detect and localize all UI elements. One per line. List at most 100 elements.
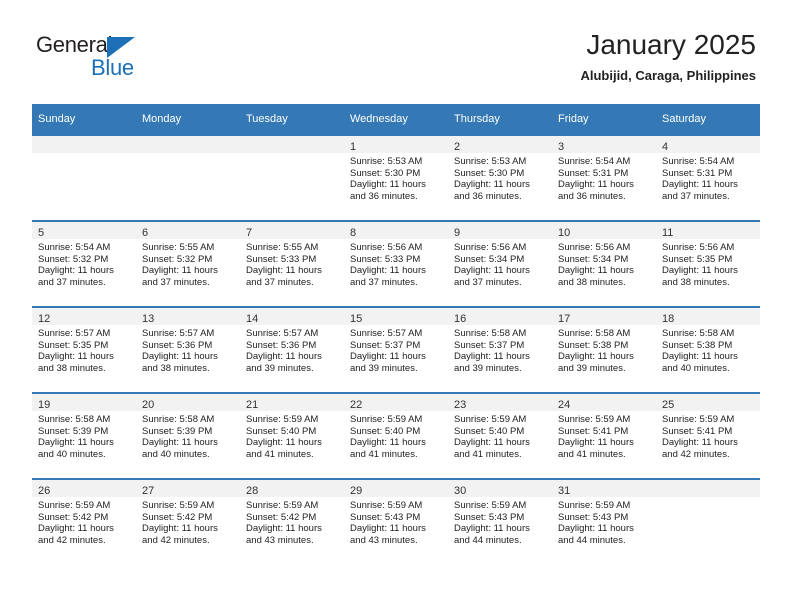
calendar-day-cell[interactable]: 10 Sunrise: 5:56 AM Sunset: 5:34 PM Dayligh… [552, 220, 656, 307]
day-number-band: 18 [656, 308, 760, 325]
calendar-day-cell[interactable]: 30 Sunrise: 5:59 AM Sunset: 5:43 PM Dayligh… [448, 478, 552, 564]
daylight-text-line1: Daylight: 11 hours [142, 523, 218, 535]
sunrise-text: Sunrise: 5:57 AM [38, 328, 111, 339]
daylight-text-line2: and 37 minutes. [38, 276, 106, 288]
daylight-text-line1: Daylight: 11 hours [246, 523, 322, 535]
sunrise-text: Sunrise: 5:59 AM [454, 414, 527, 425]
calendar-day-cell[interactable]: 7 Sunrise: 5:55 AM Sunset: 5:33 PM Daylight… [240, 220, 344, 307]
calendar-day-cell[interactable]: 31 Sunrise: 5:59 AM Sunset: 5:43 PM Dayligh… [552, 478, 656, 564]
day-sun-info: Sunrise: 5:59 AM Sunset: 5:43 PM Daylight:… [552, 497, 656, 546]
daylight-text-line2: and 39 minutes. [558, 362, 626, 374]
sunrise-text: Sunrise: 5:53 AM [454, 156, 527, 167]
calendar-day-cell[interactable]: 24 Sunrise: 5:59 AM Sunset: 5:41 PM Dayligh… [552, 392, 656, 479]
calendar-day-cell[interactable]: 5 Sunrise: 5:54 AM Sunset: 5:32 PM Daylight… [32, 220, 136, 307]
brand-logo[interactable]: General Blue [36, 32, 176, 84]
day-number: 5 [38, 227, 45, 239]
day-sun-info: Sunrise: 5:57 AM Sunset: 5:35 PM Daylight:… [32, 325, 136, 374]
day-number-band: 26 [32, 480, 136, 497]
calendar-day-cell[interactable]: 16 Sunrise: 5:58 AM Sunset: 5:37 PM Dayligh… [448, 306, 552, 393]
calendar-day-cell[interactable]: 28 Sunrise: 5:59 AM Sunset: 5:42 PM Dayligh… [240, 478, 344, 564]
day-sun-info: Sunrise: 5:54 AM Sunset: 5:31 PM Daylight:… [552, 153, 656, 202]
day-number-band [656, 480, 760, 497]
calendar-day-cell[interactable]: 25 Sunrise: 5:59 AM Sunset: 5:41 PM Dayligh… [656, 392, 760, 479]
day-number-band: 4 [656, 136, 760, 153]
sunrise-text: Sunrise: 5:54 AM [662, 156, 735, 167]
calendar-day-cell[interactable]: 18 Sunrise: 5:58 AM Sunset: 5:38 PM Dayligh… [656, 306, 760, 393]
calendar-day-cell[interactable]: 19 Sunrise: 5:58 AM Sunset: 5:39 PM Dayligh… [32, 392, 136, 479]
daylight-text-line1: Daylight: 11 hours [454, 179, 530, 191]
calendar-week-row: 19 Sunrise: 5:58 AM Sunset: 5:39 PM Dayligh… [32, 392, 760, 479]
calendar-day-cell[interactable]: 29 Sunrise: 5:59 AM Sunset: 5:43 PM Dayligh… [344, 478, 448, 564]
day-number: 3 [558, 141, 565, 153]
day-number: 28 [246, 485, 259, 497]
day-cell-content: 26 Sunrise: 5:59 AM Sunset: 5:42 PM Dayligh… [32, 480, 136, 564]
daylight-text-line1: Daylight: 11 hours [558, 179, 634, 191]
daylight-text-line1: Daylight: 11 hours [558, 437, 634, 449]
day-cell-content: 17 Sunrise: 5:58 AM Sunset: 5:38 PM Dayligh… [552, 308, 656, 392]
day-number: 1 [350, 141, 357, 153]
sunset-text: Sunset: 5:36 PM [246, 339, 317, 351]
daylight-text-line2: and 38 minutes. [558, 276, 626, 288]
daylight-text-line2: and 36 minutes. [350, 190, 418, 202]
calendar-day-cell[interactable]: 17 Sunrise: 5:58 AM Sunset: 5:38 PM Dayligh… [552, 306, 656, 393]
daylight-text-line2: and 37 minutes. [454, 276, 522, 288]
calendar-day-cell[interactable]: 21 Sunrise: 5:59 AM Sunset: 5:40 PM Dayligh… [240, 392, 344, 479]
daylight-text-line1: Daylight: 11 hours [454, 523, 530, 535]
daylight-text-line2: and 39 minutes. [246, 362, 314, 374]
sunset-text: Sunset: 5:34 PM [454, 253, 525, 265]
calendar-day-cell[interactable]: 27 Sunrise: 5:59 AM Sunset: 5:42 PM Dayligh… [136, 478, 240, 564]
daylight-text-line1: Daylight: 11 hours [662, 179, 738, 191]
calendar-day-cell[interactable]: 3 Sunrise: 5:54 AM Sunset: 5:31 PM Daylight… [552, 134, 656, 221]
brand-name-bottom: Blue [91, 55, 134, 80]
calendar-day-cell[interactable]: 8 Sunrise: 5:56 AM Sunset: 5:33 PM Daylight… [344, 220, 448, 307]
day-sun-info: Sunrise: 5:58 AM Sunset: 5:39 PM Daylight:… [136, 411, 240, 460]
calendar-day-cell[interactable]: 11 Sunrise: 5:56 AM Sunset: 5:35 PM Dayligh… [656, 220, 760, 307]
day-number-band [240, 136, 344, 153]
daylight-text-line1: Daylight: 11 hours [454, 437, 530, 449]
calendar-day-cell[interactable]: 12 Sunrise: 5:57 AM Sunset: 5:35 PM Dayligh… [32, 306, 136, 393]
day-cell-content: 23 Sunrise: 5:59 AM Sunset: 5:40 PM Dayligh… [448, 394, 552, 478]
sunrise-text: Sunrise: 5:59 AM [38, 500, 111, 511]
calendar-week-row: 12 Sunrise: 5:57 AM Sunset: 5:35 PM Dayligh… [32, 306, 760, 393]
day-number-band: 24 [552, 394, 656, 411]
calendar-body: 1 Sunrise: 5:53 AM Sunset: 5:30 PM Daylight… [32, 134, 760, 564]
day-cell-content: 15 Sunrise: 5:57 AM Sunset: 5:37 PM Dayligh… [344, 308, 448, 392]
page-header: General Blue January 2025 Alubijid, Cara… [0, 0, 792, 104]
sunrise-text: Sunrise: 5:58 AM [142, 414, 215, 425]
sunset-text: Sunset: 5:41 PM [558, 425, 629, 437]
page-title: January 2025 [586, 29, 756, 60]
calendar-day-cell[interactable]: 15 Sunrise: 5:57 AM Sunset: 5:37 PM Dayligh… [344, 306, 448, 393]
day-cell-content: 28 Sunrise: 5:59 AM Sunset: 5:42 PM Dayligh… [240, 480, 344, 564]
daylight-text-line2: and 38 minutes. [662, 276, 730, 288]
calendar-day-cell[interactable]: 6 Sunrise: 5:55 AM Sunset: 5:32 PM Daylight… [136, 220, 240, 307]
day-number-band: 31 [552, 480, 656, 497]
daylight-text-line1: Daylight: 11 hours [38, 351, 114, 363]
day-sun-info: Sunrise: 5:56 AM Sunset: 5:34 PM Daylight:… [448, 239, 552, 288]
calendar-day-cell-empty [32, 134, 136, 221]
calendar-day-cell[interactable]: 1 Sunrise: 5:53 AM Sunset: 5:30 PM Daylight… [344, 134, 448, 221]
calendar-day-cell[interactable]: 22 Sunrise: 5:59 AM Sunset: 5:40 PM Dayligh… [344, 392, 448, 479]
day-number-band: 21 [240, 394, 344, 411]
daylight-text-line2: and 39 minutes. [350, 362, 418, 374]
day-cell-content: 19 Sunrise: 5:58 AM Sunset: 5:39 PM Dayligh… [32, 394, 136, 478]
day-sun-info: Sunrise: 5:53 AM Sunset: 5:30 PM Daylight:… [448, 153, 552, 202]
day-cell-content: 12 Sunrise: 5:57 AM Sunset: 5:35 PM Dayligh… [32, 308, 136, 392]
calendar-day-cell[interactable]: 9 Sunrise: 5:56 AM Sunset: 5:34 PM Daylight… [448, 220, 552, 307]
calendar-day-cell[interactable]: 14 Sunrise: 5:57 AM Sunset: 5:36 PM Dayligh… [240, 306, 344, 393]
calendar-day-cell[interactable]: 4 Sunrise: 5:54 AM Sunset: 5:31 PM Daylight… [656, 134, 760, 221]
day-number: 6 [142, 227, 149, 239]
day-number: 8 [350, 227, 357, 239]
calendar-day-cell[interactable]: 26 Sunrise: 5:59 AM Sunset: 5:42 PM Dayligh… [32, 478, 136, 564]
day-sun-info: Sunrise: 5:59 AM Sunset: 5:42 PM Daylight:… [240, 497, 344, 546]
calendar-day-cell[interactable]: 13 Sunrise: 5:57 AM Sunset: 5:36 PM Dayligh… [136, 306, 240, 393]
calendar-day-cell[interactable]: 20 Sunrise: 5:58 AM Sunset: 5:39 PM Dayligh… [136, 392, 240, 479]
calendar-day-cell[interactable]: 2 Sunrise: 5:53 AM Sunset: 5:30 PM Daylight… [448, 134, 552, 221]
calendar-week-row: 26 Sunrise: 5:59 AM Sunset: 5:42 PM Dayligh… [32, 478, 760, 564]
calendar-day-cell[interactable]: 23 Sunrise: 5:59 AM Sunset: 5:40 PM Dayligh… [448, 392, 552, 479]
sunrise-text: Sunrise: 5:54 AM [558, 156, 631, 167]
page-subtitle: Alubijid, Caraga, Philippines [580, 68, 756, 83]
day-sun-info: Sunrise: 5:57 AM Sunset: 5:36 PM Daylight:… [240, 325, 344, 374]
day-sun-info: Sunrise: 5:56 AM Sunset: 5:35 PM Daylight:… [656, 239, 760, 288]
daylight-text-line2: and 39 minutes. [454, 362, 522, 374]
sunset-text: Sunset: 5:40 PM [246, 425, 317, 437]
